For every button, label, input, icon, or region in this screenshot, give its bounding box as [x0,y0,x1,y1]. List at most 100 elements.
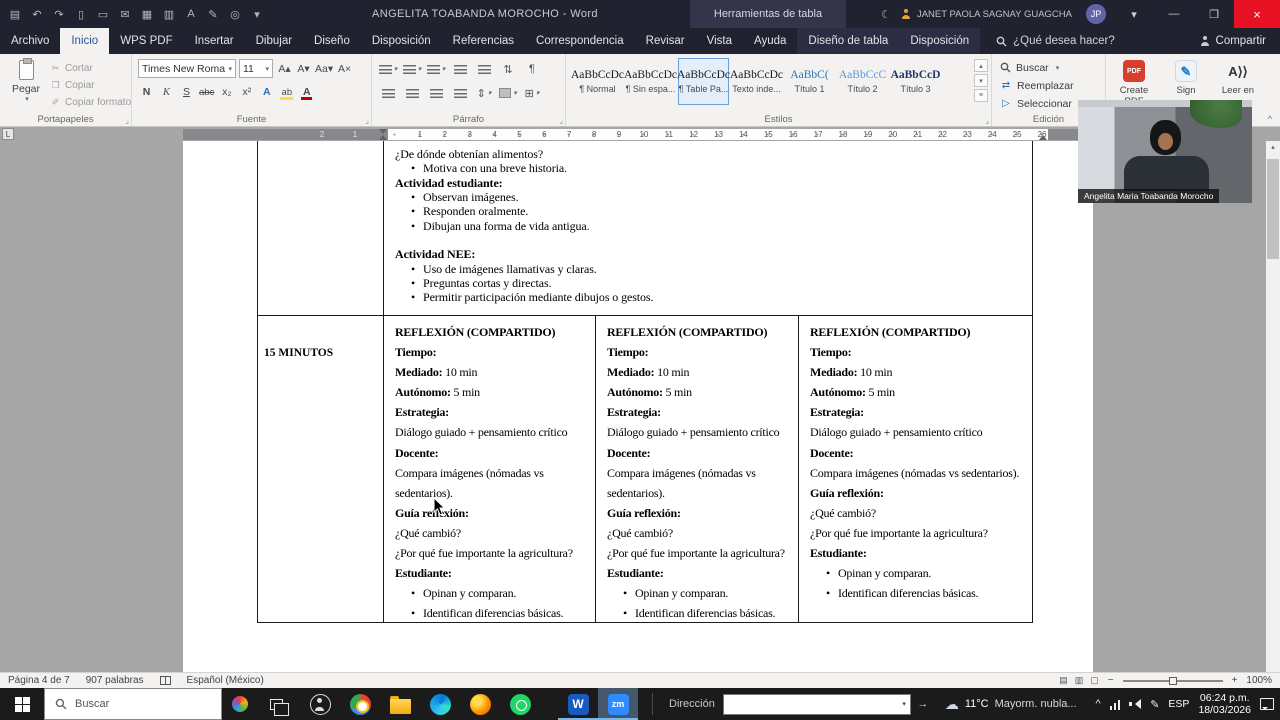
sort-button[interactable]: ⇅ [498,60,518,78]
right-indent-marker[interactable] [1039,131,1047,140]
style-texto-inde-[interactable]: AaBbCcDc Texto inde... [730,58,783,105]
tab-archivo[interactable]: Archivo [0,28,60,54]
strikethrough-button[interactable]: abc [198,83,215,101]
style-título-3[interactable]: AaBbCcD Título 3 [890,58,941,105]
font-dialog-launcher[interactable]: ⌟ [365,116,369,125]
tab-diseño[interactable]: Diseño [303,28,361,54]
hanging-indent-marker[interactable] [379,131,387,140]
table-icon[interactable]: ▦ [136,8,158,21]
zoom-level[interactable]: 100% [1246,675,1272,686]
undo-icon[interactable]: ↶ [26,8,48,21]
language-indicator[interactable]: Español (México) [187,675,264,686]
styles-up-button[interactable]: ▴ [974,59,988,72]
highlight-button[interactable]: ab [278,83,295,101]
line-spacing-button[interactable]: ⇕ ▾ [474,84,494,102]
style--normal[interactable]: AaBbCcDc ¶ Normal [571,58,624,105]
tab-insertar[interactable]: Insertar [184,28,245,54]
weather-widget[interactable]: ☁ 11°C Mayorm. nubla... [945,696,1077,713]
increase-indent-button[interactable] [474,60,494,78]
align-left-button[interactable] [378,84,398,102]
pen-icon[interactable]: ✎ [1150,698,1159,711]
table-cell-reflection-1[interactable]: REFLEXIÓN (COMPARTIDO) Tiempo: Mediado: 10… [384,319,595,623]
justify-button[interactable] [450,84,470,102]
draw-icon[interactable]: ✎ [202,8,224,21]
clipboard-dialog-launcher[interactable]: ⌟ [125,116,129,125]
taskbar-word-icon[interactable]: W [558,688,598,720]
quick-print-icon[interactable]: ▥ [158,8,180,21]
shading-button[interactable]: ▾ [498,84,518,102]
clear-formatting-button[interactable]: A× [336,60,353,78]
collapse-ribbon-button[interactable]: ^ [1268,114,1272,124]
customize-quick-access-icon[interactable]: ▾ [246,8,268,21]
avatar[interactable]: JP [1086,4,1106,24]
tab-referencias[interactable]: Referencias [442,28,525,54]
font-family-select[interactable]: Times New Roma ▾ [138,59,236,78]
zoom-in-button[interactable]: + [1232,675,1238,686]
taskbar-folder-icon[interactable] [380,688,420,720]
numbering-button[interactable]: ▾ [402,60,422,78]
network-icon[interactable] [1109,699,1121,710]
align-center-button[interactable] [402,84,422,102]
scrollbar-thumb[interactable] [1267,159,1279,259]
close-button[interactable]: × [1234,0,1280,28]
styles-dialog-launcher[interactable]: ⌟ [985,116,989,125]
word-count[interactable]: 907 palabras [86,675,144,686]
change-case-button[interactable]: Aa▾ [314,60,334,78]
vertical-scrollbar[interactable]: ▴ [1266,141,1280,672]
scroll-up-icon[interactable]: ▴ [1266,143,1280,151]
copy-button[interactable]: ❐ Copiar [50,78,131,93]
horizontal-ruler[interactable]: 2 1 1 2 3 4 5 6 7 8 9 10 11 12 13 14 15 16 17 18 19 20 21 22 23 2… [183,129,1093,140]
italic-button[interactable]: K [158,83,175,101]
replace-button[interactable]: ⇄ Reemplazar [1000,78,1082,93]
tab-disposición[interactable]: Disposición [899,28,981,54]
show-marks-button[interactable]: ¶ [522,60,542,78]
touch-mode-icon[interactable]: ◎ [224,8,246,21]
tab-correspondencia[interactable]: Correspondencia [525,28,635,54]
share-button[interactable]: Compartir [1186,28,1280,54]
zoom-slider-thumb[interactable] [1168,676,1177,685]
taskbar-zoom-icon[interactable]: zm [598,688,638,720]
taskbar-firefox-icon[interactable] [460,688,500,720]
task-view-button[interactable] [258,688,294,720]
style-título-2[interactable]: AaBbCcC Título 2 [837,58,888,105]
style--table-pa-[interactable]: AaBbCcDc ¶ Table Pa... [677,58,730,105]
print-layout-icon[interactable]: ▥ [1075,675,1084,686]
tab-stop-selector[interactable]: L [2,128,14,140]
tab-ayuda[interactable]: Ayuda [743,28,797,54]
font-color-button[interactable]: A [298,83,315,101]
open-folder-icon[interactable]: ▭ [92,8,114,21]
styles-down-button[interactable]: ▾ [974,74,988,87]
clock[interactable]: 06:24 p.m. 18/03/2026 [1198,692,1251,716]
table-cell-activity[interactable]: ¿De dónde obtenían alimentos? • Motiva con… [384,147,653,305]
style-título-1[interactable]: AaBbC(Título 1 [784,58,835,105]
read-mode-icon[interactable]: ▤ [1059,675,1068,686]
borders-button[interactable]: ⊞ ▾ [522,84,542,102]
grow-font-button[interactable]: A▴ [276,60,293,78]
format-painter-button[interactable]: ✐ Copiar formato [50,95,131,110]
tab-inicio[interactable]: Inicio [60,28,110,54]
tab-vista[interactable]: Vista [696,28,743,54]
decrease-indent-button[interactable] [450,60,470,78]
save-icon[interactable]: ▤ [4,8,26,21]
redo-icon[interactable]: ↷ [48,8,70,21]
text-effects-button[interactable]: A [258,83,275,101]
select-button[interactable]: ▷Seleccionar▾ [1000,96,1082,111]
style--sin-espa-[interactable]: AaBbCcDc ¶ Sin espa... [624,58,677,105]
superscript-button[interactable]: x² [238,83,255,101]
tab-diseño-de-tabla[interactable]: Diseño de tabla [797,28,900,54]
address-input[interactable]: ▾ [722,693,911,715]
table-cell-reflection-2[interactable]: REFLEXIÓN (COMPARTIDO) Tiempo: Mediado: 10… [596,319,798,623]
table-cell-time-label[interactable]: 15 MINUTOS [264,347,333,359]
tab-dibujar[interactable]: Dibujar [245,28,303,54]
find-button[interactable]: Buscar ▾ [1000,60,1082,75]
underline-button[interactable]: S [178,83,195,101]
search-highlight-button[interactable] [222,688,258,720]
subscript-button[interactable]: x₂ [218,83,235,101]
tab-disposición[interactable]: Disposición [361,28,442,54]
volume-icon[interactable] [1129,699,1142,710]
align-right-button[interactable] [426,84,446,102]
start-button[interactable] [0,688,44,720]
styles-more-button[interactable]: ≡ [974,89,988,102]
font-size-select[interactable]: 11 ▾ [239,59,273,78]
web-layout-icon[interactable]: ▢ [1090,675,1099,686]
